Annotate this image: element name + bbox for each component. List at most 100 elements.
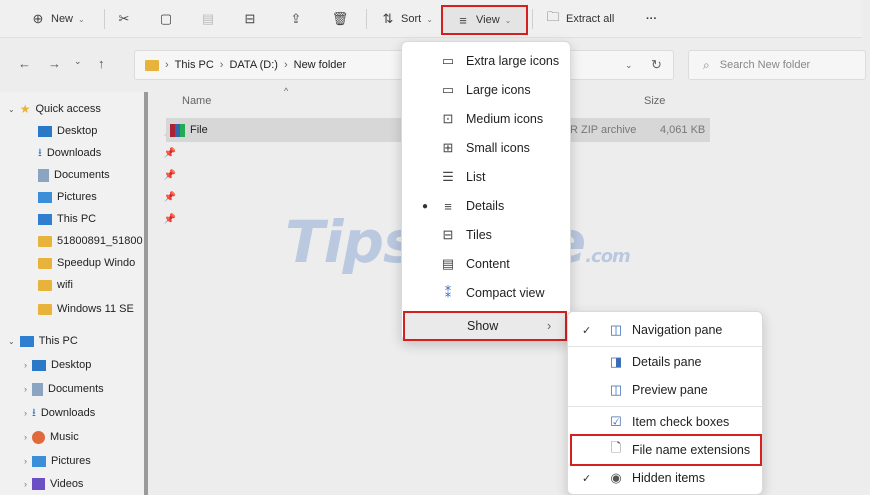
cut-button[interactable]: ✂ [116, 9, 132, 29]
sidebar-item-label: This PC [38, 335, 78, 347]
menu-item-small-icons[interactable]: ⊞ Small icons [402, 135, 570, 161]
trash-icon: 🗑 [331, 11, 349, 26]
menu-item-large-icons[interactable]: ▭ Large icons [402, 77, 570, 103]
sidebar-pc-downloads[interactable]: › ⭳ Downloads [24, 402, 168, 424]
navigation-pane-icon: ◫ [609, 322, 623, 337]
sidebar-item-label: wifi [57, 279, 73, 291]
search-input[interactable]: ⌕ Search New folder [688, 50, 866, 80]
submenu-item-label: Hidden items [632, 471, 705, 485]
recent-chevron-icon[interactable]: ⌄ [74, 56, 82, 67]
chevron-down-icon: ⌄ [8, 336, 15, 346]
new-button[interactable]: ⊕ New ⌄ [30, 9, 85, 29]
preview-pane-icon: ◫ [609, 382, 623, 397]
sidebar-item-label: Downloads [40, 407, 96, 419]
extract-all-button[interactable]: 🗀 Extract all [545, 9, 614, 29]
menu-item-show[interactable]: Show › [403, 311, 567, 341]
submenu-item-preview-pane[interactable]: ◫ Preview pane [568, 376, 762, 404]
view-menu: ▭ Extra large icons ▭ Large icons ⊡ Medi… [401, 41, 571, 341]
refresh-icon[interactable]: ↻ [651, 57, 662, 73]
menu-item-compact-view[interactable]: ⁑ Compact view [402, 280, 570, 306]
menu-item-list[interactable]: ☰ List [402, 164, 570, 190]
pin-icon: 📌 [163, 169, 176, 181]
checkbox-icon: ☑ [610, 414, 622, 429]
rename-icon: ⊟ [244, 11, 256, 26]
menu-divider [568, 406, 762, 407]
delete-button[interactable]: 🗑 [331, 9, 349, 29]
more-options-button[interactable]: ··· [646, 9, 657, 29]
chevron-right-icon: › [24, 432, 27, 442]
sidebar-pc-music[interactable]: › Music [24, 426, 168, 448]
pictures-icon [38, 191, 52, 203]
menu-item-tiles[interactable]: ⊟ Tiles [402, 222, 570, 248]
pin-icon: 📌 [163, 213, 176, 225]
folder-icon [38, 279, 52, 291]
copy-button[interactable]: ▢ [158, 9, 174, 29]
documents-icon [38, 168, 49, 182]
breadcrumb-this-pc[interactable]: This PC [175, 59, 214, 71]
sidebar-pc-desktop[interactable]: › Desktop [24, 354, 168, 376]
copy-icon: ▢ [159, 11, 173, 26]
forward-arrow-icon[interactable]: → [48, 56, 61, 71]
submenu-item-navigation-pane[interactable]: ✓ ◫ Navigation pane [568, 316, 762, 344]
paste-button[interactable]: ▤ [200, 9, 216, 29]
view-label: View [476, 14, 500, 26]
sidebar-pc-pictures[interactable]: › Pictures [24, 450, 168, 472]
hamburger-icon: ≡ [459, 12, 467, 28]
sidebar-item-downloads[interactable]: ⭳ Downloads 📌 [38, 142, 182, 164]
check-icon: ✓ [582, 324, 592, 337]
sidebar-pc-videos[interactable]: › Videos [24, 473, 168, 495]
folder-icon [38, 257, 52, 269]
sidebar-item-label: This PC [57, 213, 97, 225]
menu-item-content[interactable]: ▤ Content [402, 251, 570, 277]
chevron-right-icon: › [24, 479, 27, 489]
submenu-item-hidden-items[interactable]: ✓ ◉ Hidden items [568, 464, 762, 492]
back-arrow-icon[interactable]: ← [18, 56, 31, 71]
list-icon: ☰ [442, 169, 454, 184]
show-submenu: ✓ ◫ Navigation pane ◨ Details pane ◫ Pre… [567, 311, 763, 495]
sidebar-item-label: Pictures [51, 455, 91, 467]
menu-item-details[interactable]: ● ≡ Details [402, 193, 570, 219]
share-button[interactable]: ⇪ [288, 9, 304, 29]
sidebar-item-folder[interactable]: Windows 11 SE [38, 298, 182, 320]
breadcrumb-new-folder[interactable]: New folder [294, 59, 347, 71]
sidebar-item-label: Speedup Windo [57, 257, 136, 269]
sidebar-item-label: Windows 11 SE [57, 303, 134, 315]
menu-divider [568, 346, 762, 347]
sidebar-item-pictures[interactable]: Pictures 📌 [38, 186, 182, 208]
menu-item-label: Small icons [466, 141, 530, 155]
folder-icon [38, 235, 52, 247]
column-header-name[interactable]: Name [182, 95, 211, 107]
download-icon: ⭳ [32, 406, 36, 419]
chevron-right-icon: › [24, 408, 27, 418]
rename-button[interactable]: ⊟ [242, 9, 258, 29]
desktop-icon [38, 125, 52, 137]
sidebar-item-folder[interactable]: Speedup Windo [38, 252, 182, 274]
sidebar-item-this-pc[interactable]: This PC 📌 [38, 208, 182, 230]
sidebar-this-pc[interactable]: ⌄ This PC [8, 330, 152, 352]
toolbar-divider [104, 9, 105, 29]
view-button[interactable]: ≡ View ⌄ [441, 5, 528, 35]
menu-item-label: Tiles [466, 228, 492, 242]
breadcrumb-separator: › [165, 59, 169, 71]
menu-item-extra-large-icons[interactable]: ▭ Extra large icons [402, 48, 570, 74]
paste-icon: ▤ [201, 11, 215, 26]
sidebar-item-label: Documents [48, 383, 104, 395]
up-arrow-icon[interactable]: ↑ [98, 56, 105, 71]
sidebar-item-desktop[interactable]: Desktop 📌 [38, 120, 182, 142]
column-header-size[interactable]: Size [644, 95, 665, 107]
address-dropdown-icon[interactable]: ⌄ [625, 60, 633, 71]
sidebar-item-documents[interactable]: Documents 📌 [38, 164, 182, 186]
submenu-item-details-pane[interactable]: ◨ Details pane [568, 348, 762, 376]
breadcrumb-data-drive[interactable]: DATA (D:) [229, 59, 277, 71]
menu-item-medium-icons[interactable]: ⊡ Medium icons [402, 106, 570, 132]
sort-button[interactable]: ⇅ Sort ⌄ [380, 9, 433, 29]
extract-label: Extract all [566, 13, 615, 25]
submenu-item-label: Details pane [632, 355, 702, 369]
menu-item-label: Medium icons [466, 112, 544, 126]
sidebar-item-folder[interactable]: 51800891_51800 [38, 230, 182, 252]
sidebar-quick-access[interactable]: ⌄ ★ Quick access [8, 98, 152, 120]
menu-item-label: Large icons [466, 83, 531, 97]
submenu-item-item-check-boxes[interactable]: ☑ Item check boxes [568, 408, 762, 436]
sidebar-pc-documents[interactable]: › Documents [24, 378, 168, 400]
sidebar-item-folder[interactable]: wifi [38, 274, 182, 296]
